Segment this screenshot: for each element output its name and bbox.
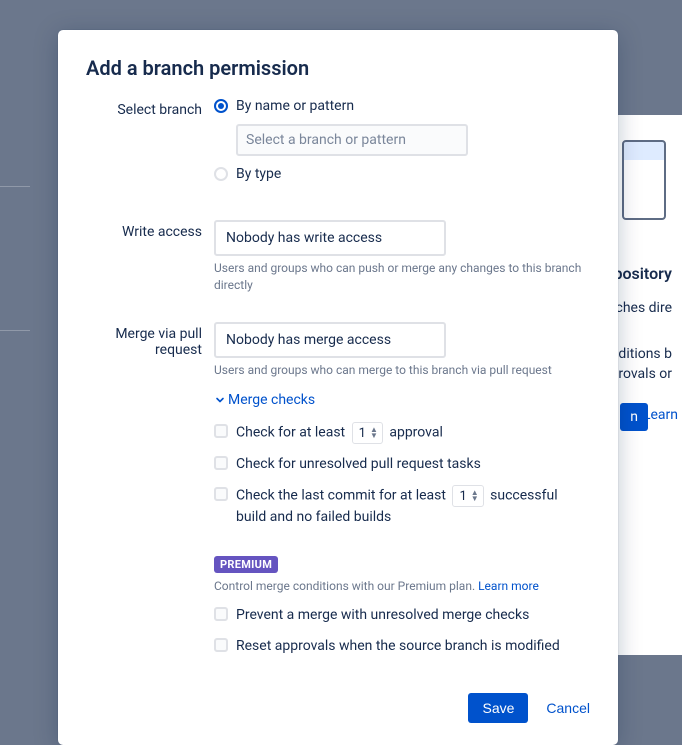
by-type-radio[interactable]: [214, 167, 228, 181]
merge-pull-section: Merge via pull request Nobody has merge …: [86, 322, 590, 668]
by-name-label: By name or pattern: [236, 98, 354, 114]
by-name-radio-row[interactable]: By name or pattern: [214, 98, 590, 114]
by-type-label: By type: [236, 166, 281, 182]
merge-access-help: Users and groups who can merge to this b…: [214, 362, 590, 379]
save-button[interactable]: Save: [468, 693, 528, 723]
check-unresolved-tasks-row: Check for unresolved pull request tasks: [214, 454, 590, 475]
prevent-merge-checkbox[interactable]: [214, 607, 228, 621]
modal-footer: Save Cancel: [86, 693, 590, 723]
write-access-help: Users and groups who can push or merge a…: [214, 260, 590, 294]
bg-illustration: [622, 140, 666, 220]
reset-approvals-text: Reset approvals when the source branch i…: [236, 636, 590, 657]
check-last-commit-checkbox[interactable]: [214, 487, 228, 501]
check-last-commit-text: Check the last commit for at least 1 ▲▼ …: [236, 485, 590, 528]
branch-pattern-input[interactable]: Select a branch or pattern: [236, 124, 468, 156]
premium-help-text: Control merge conditions with our Premiu…: [214, 579, 590, 593]
prevent-merge-row: Prevent a merge with unresolved merge ch…: [214, 605, 590, 626]
by-type-radio-row[interactable]: By type: [214, 166, 590, 182]
reset-approvals-row: Reset approvals when the source branch i…: [214, 636, 590, 657]
bg-divider: [0, 186, 30, 187]
check-min-approval-row: Check for at least 1 ▲▼ approval: [214, 422, 590, 444]
check-unresolved-tasks-text: Check for unresolved pull request tasks: [236, 454, 590, 475]
by-name-radio[interactable]: [214, 99, 228, 113]
merge-access-input[interactable]: Nobody has merge access: [214, 322, 446, 358]
check-min-approval-checkbox[interactable]: [214, 424, 228, 438]
merge-pull-label: Merge via pull request: [86, 322, 214, 358]
merge-checks-toggle[interactable]: Merge checks: [214, 392, 590, 408]
select-branch-section: Select branch By name or pattern Select …: [86, 98, 590, 192]
bg-text-fragment: provals or: [611, 366, 672, 382]
modal-title: Add a branch permission: [86, 56, 590, 80]
approval-count-stepper[interactable]: 1 ▲▼: [352, 422, 383, 444]
check-last-commit-row: Check the last commit for at least 1 ▲▼ …: [214, 485, 590, 528]
stepper-arrows-icon: ▲▼: [370, 427, 378, 439]
premium-badge: PREMIUM: [214, 556, 278, 573]
build-count-stepper[interactable]: 1 ▲▼: [452, 485, 483, 507]
prevent-merge-text: Prevent a merge with unresolved merge ch…: [236, 605, 590, 626]
bg-divider: [0, 330, 30, 331]
bg-link-fragment: Learn: [643, 407, 682, 423]
cancel-button[interactable]: Cancel: [546, 700, 590, 716]
check-unresolved-tasks-checkbox[interactable]: [214, 456, 228, 470]
select-branch-label: Select branch: [86, 98, 214, 118]
learn-more-link[interactable]: Learn more: [478, 579, 539, 593]
branch-permission-modal: Add a branch permission Select branch By…: [58, 30, 618, 745]
chevron-down-icon: [214, 394, 226, 406]
write-access-section: Write access Nobody has write access Use…: [86, 220, 590, 294]
stepper-arrows-icon: ▲▼: [471, 490, 479, 502]
reset-approvals-checkbox[interactable]: [214, 638, 228, 652]
write-access-label: Write access: [86, 220, 214, 240]
merge-checks-label: Merge checks: [228, 392, 315, 408]
check-min-approval-text: Check for at least 1 ▲▼ approval: [236, 422, 590, 444]
write-access-input[interactable]: Nobody has write access: [214, 220, 446, 256]
